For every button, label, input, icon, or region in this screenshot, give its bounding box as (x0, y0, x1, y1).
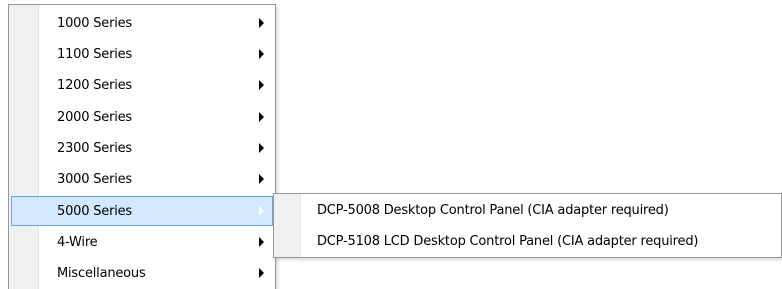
submenu-item-label: DCP-5008 Desktop Control Panel (CIA adap… (317, 203, 669, 218)
menu-item-1000-series[interactable]: 1000 Series (11, 8, 273, 38)
menu-item-label: 1000 Series (57, 16, 132, 31)
submenu-arrow-icon (259, 268, 264, 278)
menu-item-miscellaneous[interactable]: Miscellaneous (11, 258, 273, 288)
menu-item-label: 1100 Series (57, 47, 132, 62)
menu-item-label: Miscellaneous (57, 266, 146, 281)
menu-item-label: 4-Wire (57, 235, 98, 250)
submenu-arrow-icon (259, 112, 264, 122)
menu-item-label: 5000 Series (57, 204, 132, 219)
menu-item-2300-series[interactable]: 2300 Series (11, 133, 273, 163)
menu-item-1100-series[interactable]: 1100 Series (11, 39, 273, 69)
menu-item-1200-series[interactable]: 1200 Series (11, 70, 273, 100)
submenu-arrow-icon (259, 143, 264, 153)
menu-item-4-wire[interactable]: 4-Wire (11, 227, 273, 257)
5000-series-submenu: DCP-5008 Desktop Control Panel (CIA adap… (273, 193, 782, 258)
submenu-arrow-icon (259, 80, 264, 90)
submenu-arrow-icon (259, 237, 264, 247)
menu-item-label: 2300 Series (57, 141, 132, 156)
menu-stage: 1000 Series 1100 Series 1200 Series 2000… (0, 0, 782, 289)
menu-item-label: 1200 Series (57, 78, 132, 93)
submenu-item-dcp-5008[interactable]: DCP-5008 Desktop Control Panel (CIA adap… (276, 195, 779, 225)
menu-item-label: 3000 Series (57, 172, 132, 187)
series-menu: 1000 Series 1100 Series 1200 Series 2000… (8, 4, 276, 289)
menu-item-label: 2000 Series (57, 110, 132, 125)
menu-item-2000-series[interactable]: 2000 Series (11, 102, 273, 132)
menu-item-5000-series[interactable]: 5000 Series (11, 196, 273, 226)
menu-item-3000-series[interactable]: 3000 Series (11, 164, 273, 194)
submenu-arrow-icon (259, 18, 264, 28)
submenu-item-label: DCP-5108 LCD Desktop Control Panel (CIA … (317, 234, 699, 249)
submenu-arrow-icon (259, 206, 264, 216)
submenu-arrow-icon (259, 174, 264, 184)
submenu-item-dcp-5108[interactable]: DCP-5108 LCD Desktop Control Panel (CIA … (276, 226, 779, 256)
submenu-arrow-icon (259, 49, 264, 59)
